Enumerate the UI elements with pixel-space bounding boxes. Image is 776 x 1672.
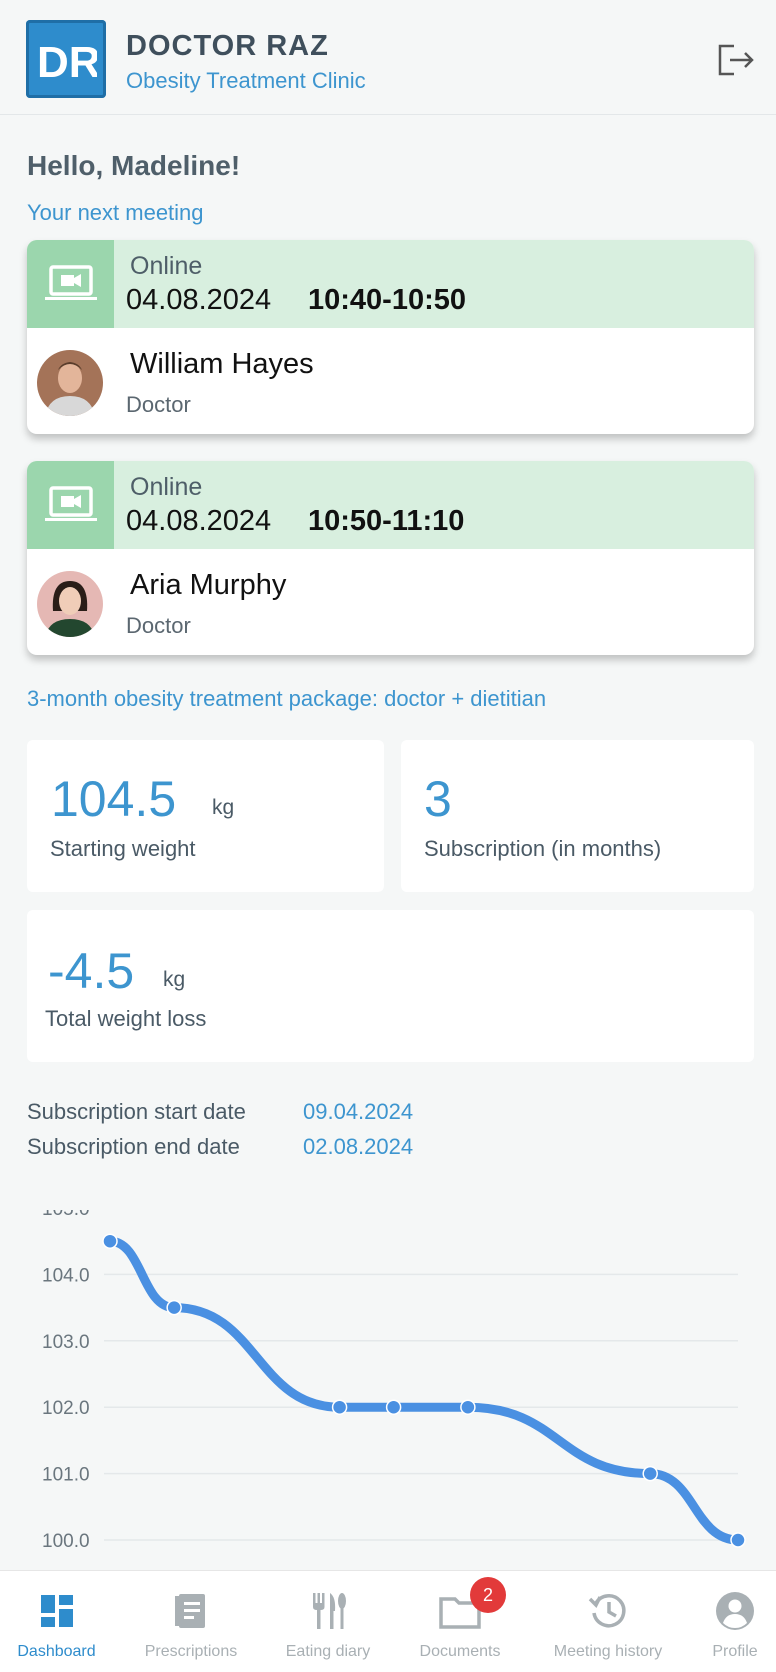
meeting-date: 04.08.2024: [126, 284, 272, 316]
nav-label: Profile: [712, 1643, 758, 1660]
weight-data-point[interactable]: [102, 1233, 118, 1249]
meeting-time: 10:50-11:10: [308, 505, 465, 537]
next-meeting-label: Your next meeting: [27, 200, 204, 225]
logout-icon: [718, 44, 754, 76]
y-tick-label: 101.0: [42, 1465, 90, 1486]
profile-icon: [713, 1589, 757, 1633]
nav-prescriptions[interactable]: Prescriptions: [135, 1571, 247, 1672]
logo-mark-icon: DR: [37, 38, 97, 87]
subscription-start-value: 09.04.2024: [303, 1099, 414, 1124]
nav-label: Eating diary: [285, 1643, 371, 1660]
y-tick-label: 102.0: [42, 1398, 90, 1419]
weight-data-point[interactable]: [166, 1299, 182, 1316]
history-icon: [586, 1589, 630, 1633]
meeting-card[interactable]: Online 04.08.2024 10:40-10:50 William Ha…: [27, 240, 754, 434]
package-label: 3-month obesity treatment package: docto…: [27, 686, 547, 711]
subscription-start-label: Subscription start date: [27, 1099, 246, 1124]
laptop-video-icon: [44, 486, 97, 521]
documents-badge: 2: [470, 1577, 506, 1613]
svg-text:DR: DR: [37, 38, 97, 87]
y-tick-label: 105.0: [42, 1210, 90, 1220]
meeting-date: 04.08.2024: [126, 505, 272, 537]
weight-data-point[interactable]: [460, 1399, 476, 1415]
starting-weight-value: 104.5: [51, 771, 177, 827]
doctor-avatar: [37, 571, 103, 637]
nav-label: Documents: [419, 1643, 501, 1660]
subscription-end-label: Subscription end date: [27, 1134, 240, 1159]
starting-weight-card: 104.5 kg Starting weight: [27, 740, 384, 892]
clinic-logo: DR: [26, 20, 106, 98]
cutlery-icon: [306, 1589, 350, 1633]
starting-weight-label: Starting weight: [50, 836, 196, 861]
weight-data-point[interactable]: [331, 1399, 348, 1415]
brand-subtitle: Obesity Treatment Clinic: [126, 68, 366, 93]
subscription-end-value: 02.08.2024: [303, 1134, 414, 1159]
nav-documents[interactable]: Documents 2: [410, 1571, 510, 1672]
greeting-text: Hello, Madeline!: [27, 150, 241, 181]
brand-name: DOCTOR RAZ: [126, 30, 329, 62]
weight-data-point[interactable]: [730, 1532, 746, 1548]
weight-loss-card: -4.5 kg Total weight loss: [27, 910, 754, 1062]
weight-loss-unit: kg: [163, 968, 186, 991]
nav-eating-diary[interactable]: Eating diary: [276, 1571, 380, 1672]
bottom-navigation: Dashboard Prescriptions Eating diary Doc…: [0, 1570, 776, 1672]
y-tick-label: 100.0: [42, 1531, 90, 1552]
weight-chart-svg: 105.0 104.0 103.0 102.0 101.0 100.0: [42, 1199, 746, 1552]
doctor-name: William Hayes: [130, 348, 314, 380]
prescription-icon: [169, 1589, 213, 1633]
nav-label: Prescriptions: [144, 1643, 238, 1660]
weight-series-line: [105, 1236, 743, 1545]
subscription-label: Subscription (in months): [424, 836, 662, 861]
doctor-avatar: [37, 350, 103, 416]
weight-loss-value: -4.5: [48, 943, 135, 999]
meeting-type-icon-box: [27, 461, 114, 549]
meeting-type: Online: [130, 252, 203, 280]
y-tick-label: 104.0: [42, 1265, 90, 1286]
doctor-role: Doctor: [126, 613, 191, 638]
nav-label: Dashboard: [17, 1643, 96, 1660]
weight-chart: 105.0 104.0 103.0 102.0 101.0 100.0: [0, 1199, 776, 1570]
subscription-value: 3: [424, 771, 452, 827]
subscription-card: 3 Subscription (in months): [401, 740, 754, 892]
doctor-name: Aria Murphy: [130, 569, 287, 601]
nav-label: Meeting history: [553, 1643, 663, 1660]
laptop-video-icon: [44, 265, 97, 300]
logout-button[interactable]: [716, 42, 756, 78]
meeting-type-icon-box: [27, 240, 114, 328]
dashboard-icon: [35, 1589, 79, 1633]
nav-dashboard[interactable]: Dashboard: [8, 1571, 105, 1672]
weight-loss-label: Total weight loss: [45, 1006, 207, 1031]
meeting-card[interactable]: Online 04.08.2024 10:50-11:10 Aria Murph…: [27, 461, 754, 655]
meeting-time: 10:40-10:50: [308, 284, 466, 316]
y-tick-label: 103.0: [42, 1332, 90, 1353]
doctor-role: Doctor: [126, 392, 191, 417]
nav-meeting-history[interactable]: Meeting history: [548, 1571, 668, 1672]
app-header: DR DOCTOR RAZ Obesity Treatment Clinic: [0, 0, 776, 115]
starting-weight-unit: kg: [212, 796, 235, 819]
weight-data-point[interactable]: [385, 1399, 402, 1415]
weight-data-point[interactable]: [642, 1465, 658, 1482]
meeting-type: Online: [130, 473, 203, 501]
nav-profile[interactable]: Profile: [700, 1571, 770, 1672]
